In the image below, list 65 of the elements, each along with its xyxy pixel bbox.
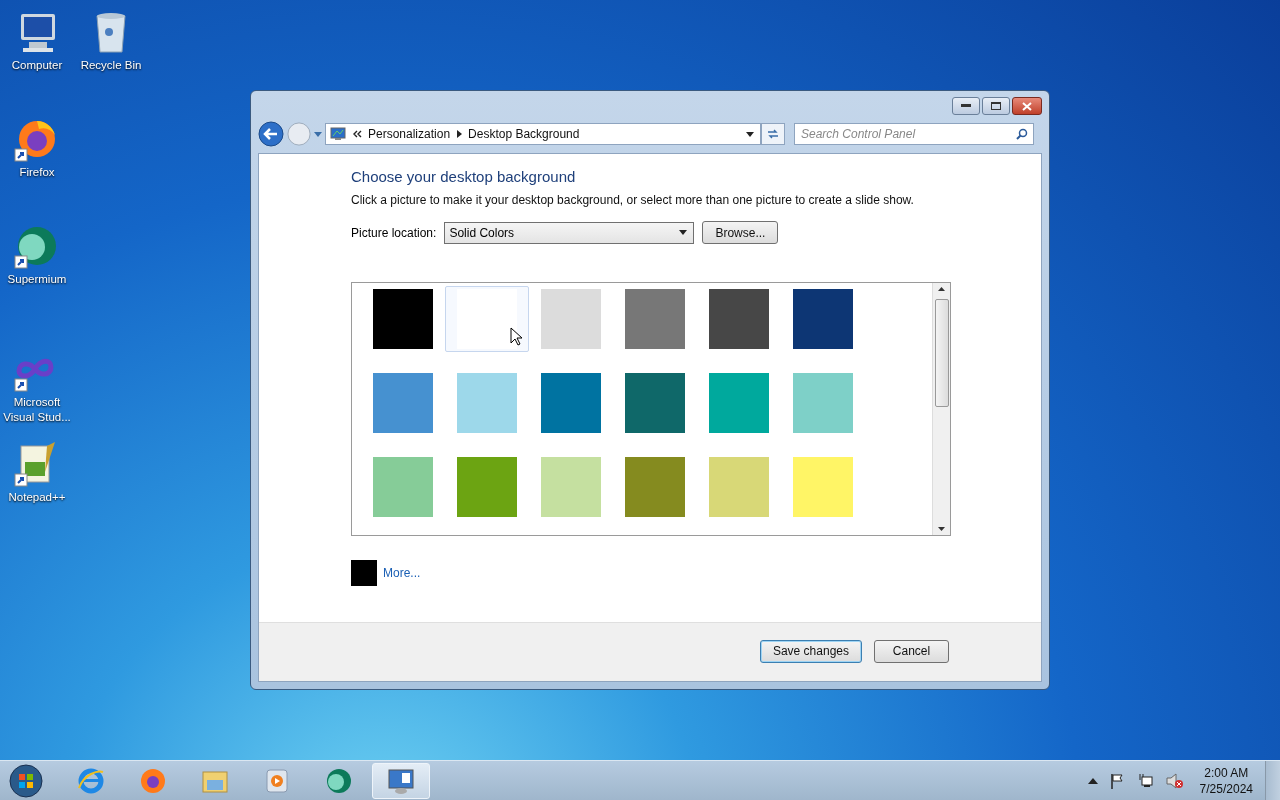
double-chevron-icon — [352, 130, 362, 138]
refresh-button[interactable] — [761, 123, 785, 145]
minimize-button[interactable] — [952, 97, 980, 115]
color-swatch[interactable] — [373, 457, 433, 517]
dropdown-arrow-icon[interactable] — [746, 131, 754, 137]
control-panel-icon — [330, 127, 346, 141]
color-swatch[interactable] — [709, 457, 769, 517]
color-swatch[interactable] — [709, 373, 769, 433]
more-link[interactable]: More... — [383, 566, 421, 580]
chevron-icon — [456, 130, 463, 138]
desktop-icon-label[interactable]: Supermium — [7, 272, 67, 287]
desktop-icon-label[interactable]: Computer — [11, 58, 63, 73]
color-swatch[interactable] — [793, 373, 853, 433]
color-swatch[interactable] — [541, 373, 601, 433]
start-button[interactable] — [8, 762, 44, 799]
desktop-icon-label[interactable]: Microsoft Visual Stud... — [0, 395, 74, 425]
close-button[interactable] — [1012, 97, 1042, 115]
clock-date: 7/25/2024 — [1199, 780, 1253, 797]
save-changes-button[interactable]: Save changes — [759, 639, 862, 663]
search-field[interactable]: Search Control Panel — [794, 123, 1034, 145]
clock-time: 2:00 AM — [1204, 764, 1249, 781]
maximize-button[interactable] — [982, 97, 1010, 115]
color-swatch[interactable] — [457, 289, 517, 349]
color-swatch[interactable] — [351, 560, 377, 586]
cancel-button[interactable]: Cancel — [874, 639, 949, 663]
network-icon[interactable] — [1137, 772, 1154, 789]
color-swatch[interactable] — [541, 457, 601, 517]
color-swatch[interactable] — [457, 373, 517, 433]
browse-button[interactable]: Browse... — [702, 221, 779, 244]
color-swatch[interactable] — [373, 373, 433, 433]
dropdown-arrow-icon — [679, 230, 688, 235]
color-swatch[interactable] — [625, 373, 685, 433]
taskbar-button[interactable] — [372, 762, 430, 799]
back-button[interactable] — [258, 121, 284, 147]
refresh-icon — [766, 128, 780, 140]
breadcrumb-item[interactable]: Personalization — [368, 127, 451, 141]
minimize-icon — [961, 104, 971, 108]
search-icon — [1016, 128, 1028, 140]
flag-icon[interactable] — [1109, 772, 1126, 789]
clock[interactable]: 2:00 AM 7/25/2024 — [1199, 764, 1253, 797]
show-hidden-icons-arrow-icon[interactable] — [1087, 777, 1098, 784]
mouse-cursor-icon — [510, 327, 522, 346]
scroll-bar[interactable] — [932, 283, 950, 535]
picture-location-dropdown[interactable]: Solid Colors — [444, 221, 695, 244]
breadcrumb-item[interactable]: Desktop Background — [468, 127, 580, 141]
color-swatch[interactable] — [709, 289, 769, 349]
desktop-icon-label[interactable]: Firefox — [19, 165, 55, 180]
color-swatch[interactable] — [541, 289, 601, 349]
description-text: Click a picture to make it your desktop background, or select more than one picture to create a slide show. — [351, 193, 915, 207]
color-swatch[interactable] — [793, 457, 853, 517]
page-heading: Choose your desktop background — [351, 168, 577, 185]
picture-location-label: Picture location: — [351, 225, 437, 240]
address-bar[interactable]: Personalization Desktop Background — [325, 123, 761, 145]
color-swatch[interactable] — [457, 457, 517, 517]
color-swatch[interactable] — [625, 289, 685, 349]
show-desktop-button[interactable] — [1265, 760, 1280, 800]
desktop-icon-label[interactable]: Notepad++ — [8, 490, 66, 505]
color-swatch-frame[interactable] — [445, 286, 529, 352]
desktop-icon-label[interactable]: Recycle Bin — [80, 58, 142, 73]
speaker-muted-icon[interactable] — [1165, 772, 1184, 789]
maximize-icon — [991, 102, 1001, 110]
color-swatch[interactable] — [793, 289, 853, 349]
color-swatch[interactable] — [373, 289, 433, 349]
color-swatch[interactable] — [625, 457, 685, 517]
close-icon — [1022, 101, 1032, 111]
